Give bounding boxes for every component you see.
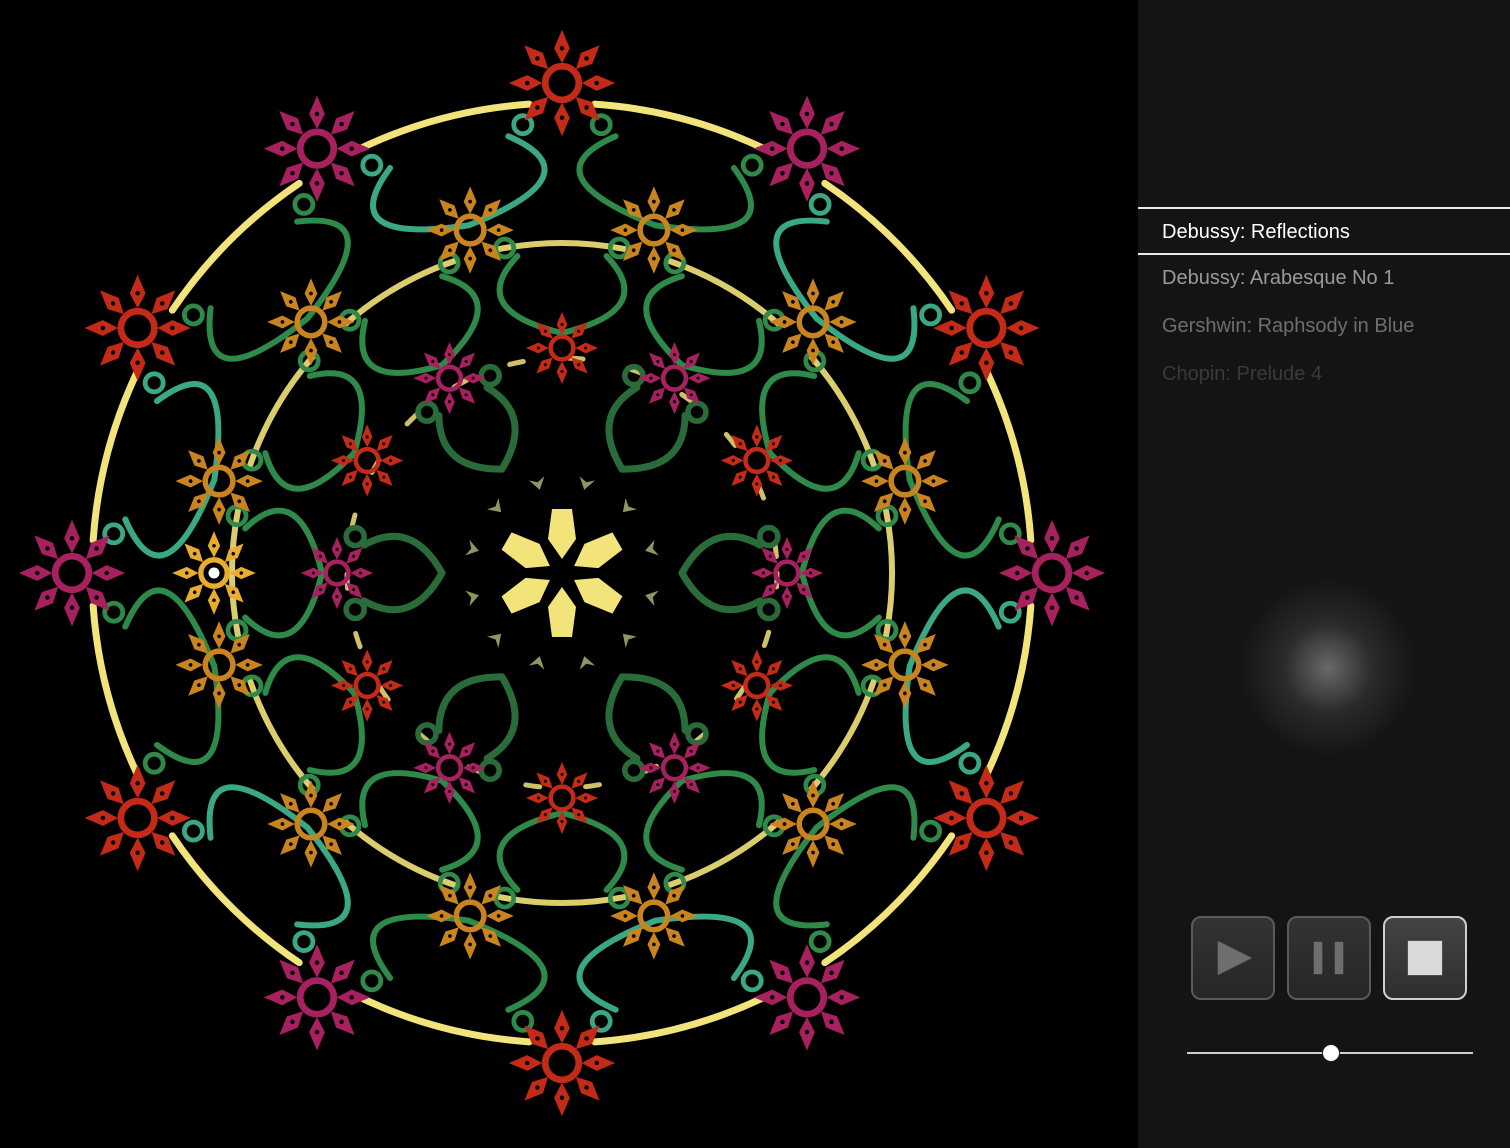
inner-flower xyxy=(525,311,599,385)
middle-flower xyxy=(426,186,514,274)
play-button[interactable] xyxy=(1191,916,1275,1000)
pause-button[interactable] xyxy=(1287,916,1371,1000)
outer-flower xyxy=(753,95,861,202)
inner-flower xyxy=(750,536,824,610)
track-item-active[interactable]: Debussy: Reflections xyxy=(1138,207,1510,255)
play-icon xyxy=(1217,940,1253,976)
outer-flower xyxy=(263,95,371,202)
inner-flower xyxy=(720,649,793,722)
middle-flower xyxy=(610,186,698,274)
inner-flower xyxy=(413,342,486,415)
track-item[interactable]: Debussy: Arabesque No 1 xyxy=(1138,255,1510,303)
inner-flower xyxy=(331,649,404,722)
outer-flower xyxy=(998,519,1106,627)
track-item[interactable]: Chopin: Prelude 4 xyxy=(1138,351,1510,399)
inner-flower xyxy=(413,731,486,804)
slider-thumb[interactable] xyxy=(1322,1044,1340,1062)
cursor-dot xyxy=(205,564,223,582)
stop-button[interactable] xyxy=(1383,916,1467,1000)
middle-flower xyxy=(426,872,514,960)
volume-slider[interactable] xyxy=(1187,1044,1473,1062)
audio-glow-indicator xyxy=(1238,578,1418,758)
middle-flower xyxy=(175,437,263,525)
middle-flower xyxy=(175,621,263,709)
inner-flower xyxy=(331,424,404,497)
pause-icon xyxy=(1313,941,1344,975)
outer-flower xyxy=(84,274,191,382)
inner-flower xyxy=(638,342,711,415)
middle-flower xyxy=(769,278,857,366)
mandala-canvas[interactable] xyxy=(0,0,1138,1148)
middle-flower xyxy=(267,278,355,366)
playlist: Debussy: Reflections Debussy: Arabesque … xyxy=(1138,207,1510,399)
inner-flower xyxy=(525,761,599,835)
center-star xyxy=(465,476,659,670)
outer-flower xyxy=(753,944,861,1051)
outer-flower xyxy=(933,274,1040,382)
outer-flower xyxy=(933,764,1040,872)
inner-flower xyxy=(638,731,711,804)
outer-flower xyxy=(508,29,616,137)
outer-flower xyxy=(18,519,126,627)
mandala-artwork xyxy=(18,29,1106,1117)
middle-flower xyxy=(610,872,698,960)
middle-flower xyxy=(769,780,857,868)
middle-flower xyxy=(861,621,949,709)
track-item[interactable]: Gershwin: Raphsody in Blue xyxy=(1138,303,1510,351)
middle-flower xyxy=(267,780,355,868)
stop-icon xyxy=(1407,940,1443,976)
inner-flower xyxy=(720,424,793,497)
outer-flower xyxy=(508,1009,616,1117)
outer-flower xyxy=(263,944,371,1051)
middle-flower xyxy=(861,437,949,525)
flowers xyxy=(18,29,1106,1117)
outer-flower xyxy=(84,764,191,872)
inner-flower xyxy=(300,536,374,610)
